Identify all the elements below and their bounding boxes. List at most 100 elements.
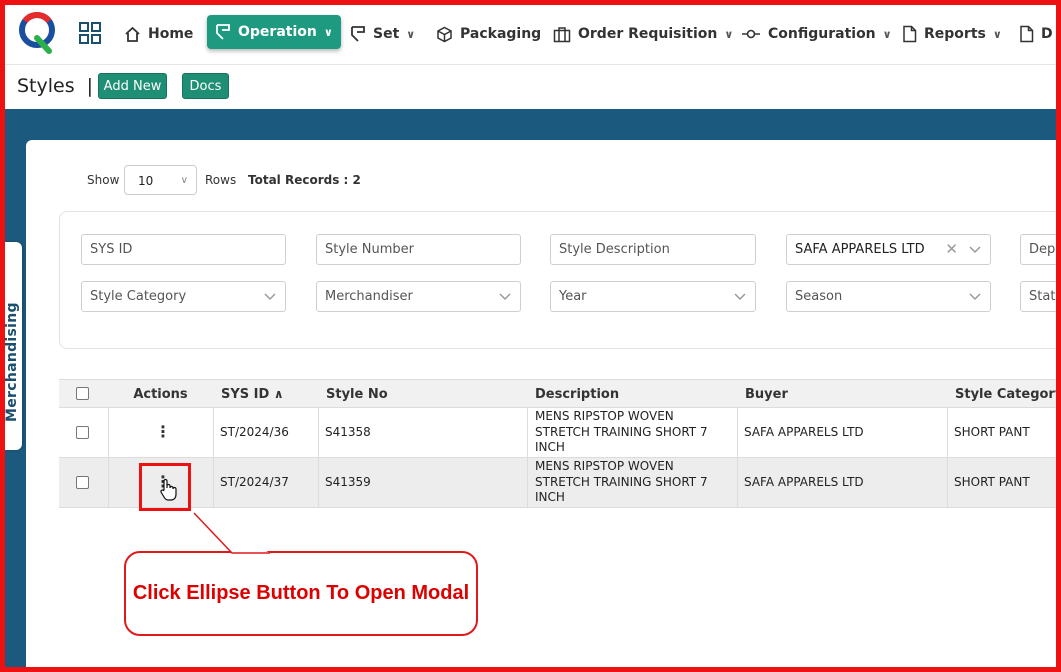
- row-style-no: S41359: [325, 475, 371, 489]
- nav-order-requisition-label: Order Requisition: [578, 26, 718, 42]
- filter-panel: [59, 211, 1061, 349]
- briefcase-icon: [553, 26, 571, 42]
- column-divider: [108, 458, 109, 508]
- select-all-checkbox[interactable]: [76, 387, 89, 400]
- box-icon: [437, 26, 452, 42]
- highlight-box: [139, 463, 191, 511]
- style-number-placeholder: Style Number: [325, 242, 415, 257]
- style-category-header[interactable]: Style Category: [947, 379, 1061, 408]
- rows-per-page-select[interactable]: 10 ∨: [124, 165, 197, 195]
- nav-set-label: Set: [373, 26, 400, 42]
- sort-ascending-icon: ∧: [273, 387, 284, 401]
- department-filter[interactable]: Department: [1020, 234, 1061, 265]
- side-tab-label: Merchandising: [4, 302, 20, 422]
- app-logo[interactable]: [17, 9, 57, 59]
- page-title: Styles |: [17, 75, 93, 97]
- row-buyer: SAFA APPARELS LTD: [744, 425, 864, 439]
- row-style-no: S41358: [325, 425, 371, 439]
- nav-configuration[interactable]: Configuration ∨: [741, 19, 892, 49]
- apps-grid-icon[interactable]: [79, 22, 101, 44]
- show-label: Show: [87, 173, 120, 187]
- nav-configuration-label: Configuration: [768, 26, 876, 42]
- total-records: Total Records : 2: [248, 173, 361, 187]
- column-divider: [947, 458, 948, 508]
- page-header: Styles | Add New Docs: [5, 66, 1056, 109]
- operation-icon: [216, 24, 230, 40]
- nav-d[interactable]: D: [1019, 19, 1053, 49]
- column-divider: [737, 408, 738, 458]
- column-divider: [527, 408, 528, 458]
- select-all-header: [59, 379, 109, 408]
- style-no-header[interactable]: Style No: [318, 379, 528, 408]
- style-description-filter[interactable]: Style Description: [550, 234, 756, 265]
- style-category-placeholder: Style Category: [90, 289, 187, 304]
- nav-order-requisition[interactable]: Order Requisition ∨: [553, 19, 733, 49]
- document-icon: [903, 25, 917, 43]
- column-divider: [318, 408, 319, 458]
- table-row[interactable]: ⋮ ST/2024/37 S41359 MENS RIPSTOP WOVEN S…: [59, 458, 1061, 508]
- row-checkbox[interactable]: [76, 426, 89, 439]
- row-buyer: SAFA APPARELS LTD: [744, 475, 864, 489]
- status-filter[interactable]: Status: [1020, 281, 1061, 312]
- row-category: SHORT PANT: [954, 475, 1030, 489]
- rows-label: Rows: [205, 173, 237, 187]
- add-new-button[interactable]: Add New: [98, 73, 167, 99]
- nav-operation-label: Operation: [238, 24, 317, 40]
- style-category-filter[interactable]: Style Category: [81, 281, 286, 312]
- column-divider: [737, 458, 738, 508]
- buyer-filter[interactable]: SAFA APPARELS LTD ✕: [786, 234, 991, 265]
- chevron-down-icon: ∨: [992, 27, 1002, 41]
- year-placeholder: Year: [559, 289, 587, 304]
- annotation-callout: Click Ellipse Button To Open Modal: [124, 551, 478, 636]
- sys-id-placeholder: SYS ID: [90, 242, 133, 257]
- top-navbar: Home Operation ∨ Set ∨ Packaging Order R…: [5, 5, 1056, 65]
- style-description-placeholder: Style Description: [559, 242, 670, 257]
- column-divider: [947, 408, 948, 458]
- status-placeholder: Status: [1029, 289, 1061, 304]
- document-icon: [1020, 25, 1034, 43]
- description-header[interactable]: Description: [527, 379, 738, 408]
- row-description: MENS RIPSTOP WOVEN STRETCH TRAINING SHOR…: [535, 409, 708, 454]
- docs-button[interactable]: Docs: [182, 73, 229, 99]
- row-category: SHORT PANT: [954, 425, 1030, 439]
- nav-home-label: Home: [148, 26, 194, 42]
- season-placeholder: Season: [795, 289, 843, 304]
- merchandiser-filter[interactable]: Merchandiser: [316, 281, 521, 312]
- chevron-down-icon: [969, 293, 981, 301]
- chevron-down-icon: ∨: [724, 27, 734, 41]
- row-checkbox[interactable]: [76, 476, 89, 489]
- season-filter[interactable]: Season: [786, 281, 991, 312]
- chevron-down-icon: ∨: [180, 175, 188, 186]
- nav-reports-label: Reports: [924, 26, 986, 42]
- callout-pointer: [193, 512, 270, 554]
- table-row[interactable]: ⋮ ST/2024/36 S41358 MENS RIPSTOP WOVEN S…: [59, 408, 1061, 458]
- column-divider: [213, 408, 214, 458]
- column-divider: [108, 408, 109, 458]
- rows-per-page-value: 10: [138, 174, 154, 188]
- nav-home[interactable]: Home: [124, 19, 193, 49]
- merchandising-side-tab[interactable]: Merchandising: [4, 242, 22, 450]
- sys-id-header[interactable]: SYS ID ∧: [213, 379, 319, 408]
- title-separator: |: [86, 75, 94, 97]
- home-icon: [125, 26, 140, 42]
- merchandiser-placeholder: Merchandiser: [325, 289, 413, 304]
- buyer-header[interactable]: Buyer: [737, 379, 948, 408]
- nav-packaging[interactable]: Packaging: [436, 19, 541, 49]
- chevron-down-icon: [734, 293, 746, 301]
- clear-icon[interactable]: ✕: [945, 240, 958, 258]
- sys-id-filter[interactable]: SYS ID: [81, 234, 286, 265]
- year-filter[interactable]: Year: [550, 281, 756, 312]
- chevron-down-icon: ∨: [882, 27, 892, 41]
- column-divider: [527, 458, 528, 508]
- nav-operation[interactable]: Operation ∨: [207, 15, 341, 49]
- nav-reports[interactable]: Reports ∨: [902, 19, 1002, 49]
- style-number-filter[interactable]: Style Number: [316, 234, 521, 265]
- row-description: MENS RIPSTOP WOVEN STRETCH TRAINING SHOR…: [535, 459, 708, 504]
- row-sys-id: ST/2024/37: [220, 475, 289, 489]
- commit-icon: [742, 29, 760, 39]
- column-divider: [318, 458, 319, 508]
- column-divider: [213, 458, 214, 508]
- nav-set[interactable]: Set ∨: [350, 19, 415, 49]
- chevron-down-icon: [264, 293, 276, 301]
- ellipsis-menu-icon[interactable]: ⋮: [155, 424, 171, 440]
